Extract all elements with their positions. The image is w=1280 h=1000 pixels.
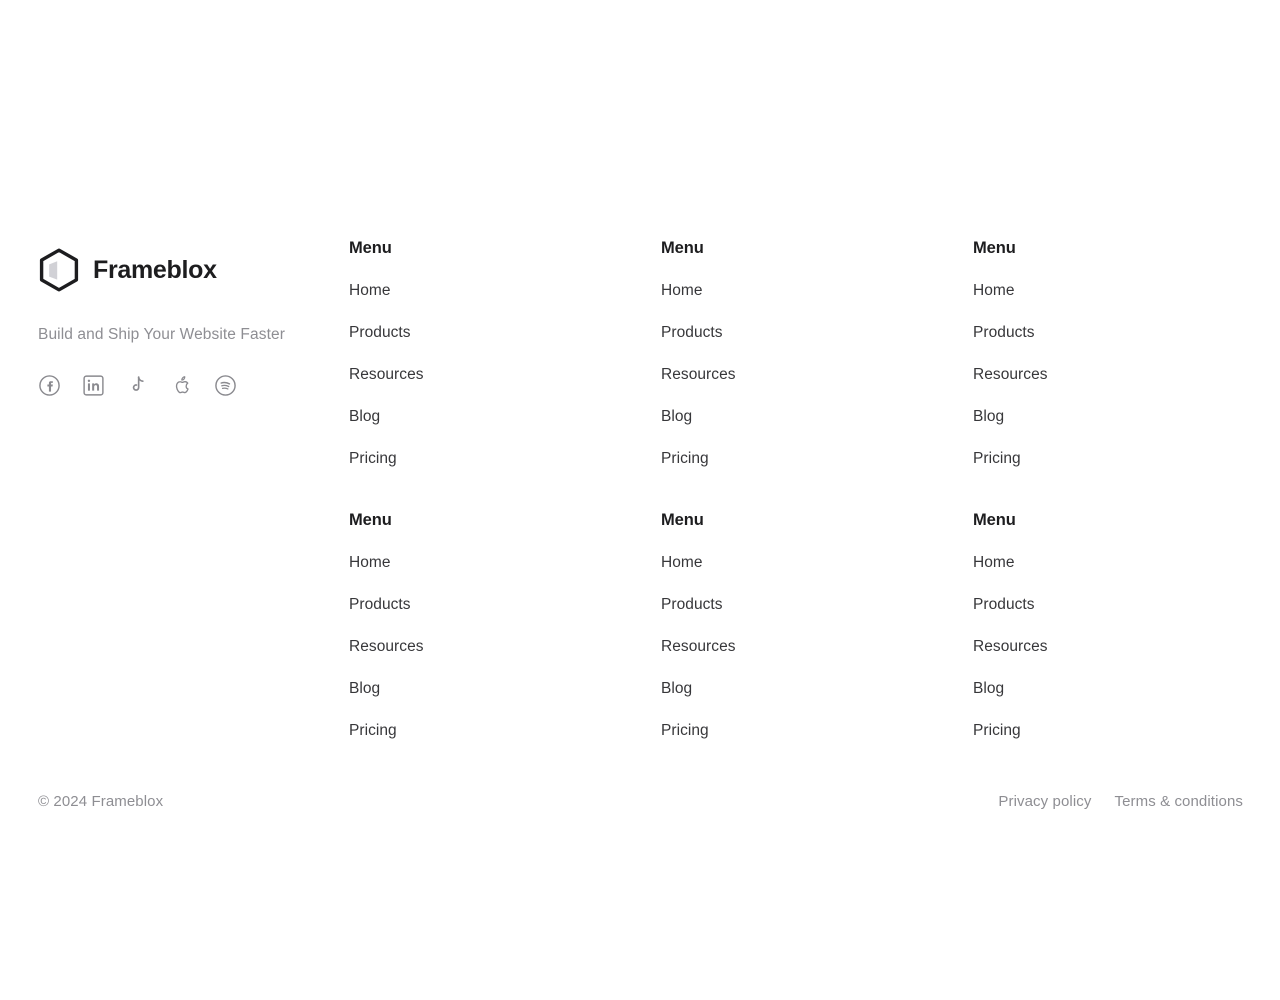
brand-tagline: Build and Ship Your Website Faster bbox=[38, 326, 285, 343]
menu-heading: Menu bbox=[349, 239, 392, 257]
footer-bottom-bar: © 2024 Frameblox Privacy policy Terms & … bbox=[38, 793, 1243, 810]
menu-link-resources[interactable]: Resources bbox=[661, 638, 973, 655]
tiktok-icon[interactable] bbox=[126, 374, 149, 397]
menu-link-resources[interactable]: Resources bbox=[973, 366, 1243, 383]
brand-name: Frameblox bbox=[93, 255, 217, 284]
copyright-text: © 2024 Frameblox bbox=[38, 793, 164, 810]
menu-link-products[interactable]: Products bbox=[349, 596, 661, 613]
menu-heading: Menu bbox=[661, 239, 704, 257]
footer-menu-column-2: Menu Home Products Resources Blog Pricin… bbox=[661, 240, 973, 466]
menu-link-products[interactable]: Products bbox=[973, 324, 1243, 341]
menu-link-products[interactable]: Products bbox=[661, 324, 973, 341]
social-links bbox=[38, 374, 349, 397]
footer-menu-column-6: Menu Home Products Resources Blog Pricin… bbox=[973, 512, 1243, 738]
menu-link-products[interactable]: Products bbox=[349, 324, 661, 341]
menu-link-home[interactable]: Home bbox=[661, 282, 973, 299]
menu-link-blog[interactable]: Blog bbox=[661, 408, 973, 425]
menu-heading: Menu bbox=[661, 511, 704, 529]
linkedin-icon[interactable] bbox=[82, 374, 105, 397]
menu-link-blog[interactable]: Blog bbox=[661, 680, 973, 697]
hexagon-cube-logo-icon bbox=[38, 248, 80, 292]
menu-heading: Menu bbox=[973, 511, 1016, 529]
footer-menu-column-4: Menu Home Products Resources Blog Pricin… bbox=[349, 512, 661, 738]
terms-conditions-link[interactable]: Terms & conditions bbox=[1114, 793, 1243, 810]
menu-link-home[interactable]: Home bbox=[661, 554, 973, 571]
menu-link-products[interactable]: Products bbox=[661, 596, 973, 613]
menu-link-pricing[interactable]: Pricing bbox=[661, 450, 973, 467]
menu-link-pricing[interactable]: Pricing bbox=[973, 450, 1243, 467]
menu-link-blog[interactable]: Blog bbox=[349, 408, 661, 425]
brand-column: Frameblox Build and Ship Your Website Fa… bbox=[38, 240, 349, 397]
menu-link-pricing[interactable]: Pricing bbox=[349, 722, 661, 739]
footer-menu-column-3: Menu Home Products Resources Blog Pricin… bbox=[973, 240, 1243, 466]
menu-link-home[interactable]: Home bbox=[349, 554, 661, 571]
spotify-icon[interactable] bbox=[214, 374, 237, 397]
menu-link-blog[interactable]: Blog bbox=[973, 680, 1243, 697]
menu-link-blog[interactable]: Blog bbox=[973, 408, 1243, 425]
footer-menu-column-5: Menu Home Products Resources Blog Pricin… bbox=[661, 512, 973, 738]
legal-links: Privacy policy Terms & conditions bbox=[998, 793, 1243, 810]
menu-link-pricing[interactable]: Pricing bbox=[973, 722, 1243, 739]
menu-heading: Menu bbox=[349, 511, 392, 529]
menu-link-home[interactable]: Home bbox=[973, 554, 1243, 571]
menu-link-pricing[interactable]: Pricing bbox=[349, 450, 661, 467]
apple-icon[interactable] bbox=[170, 374, 193, 397]
footer-menu-grid: Menu Home Products Resources Blog Pricin… bbox=[349, 240, 1243, 738]
menu-heading: Menu bbox=[973, 239, 1016, 257]
menu-link-home[interactable]: Home bbox=[349, 282, 661, 299]
brand-lockup[interactable]: Frameblox bbox=[38, 248, 349, 292]
menu-link-resources[interactable]: Resources bbox=[973, 638, 1243, 655]
menu-link-resources[interactable]: Resources bbox=[349, 366, 661, 383]
facebook-icon[interactable] bbox=[38, 374, 61, 397]
menu-link-home[interactable]: Home bbox=[973, 282, 1243, 299]
footer-content: Frameblox Build and Ship Your Website Fa… bbox=[38, 240, 1243, 738]
footer-menu-column-1: Menu Home Products Resources Blog Pricin… bbox=[349, 240, 661, 466]
privacy-policy-link[interactable]: Privacy policy bbox=[998, 793, 1091, 810]
footer-top-region: Frameblox Build and Ship Your Website Fa… bbox=[38, 240, 1243, 738]
menu-link-resources[interactable]: Resources bbox=[349, 638, 661, 655]
menu-link-resources[interactable]: Resources bbox=[661, 366, 973, 383]
site-footer: Frameblox Build and Ship Your Website Fa… bbox=[0, 0, 1280, 1000]
menu-link-products[interactable]: Products bbox=[973, 596, 1243, 613]
menu-link-blog[interactable]: Blog bbox=[349, 680, 661, 697]
menu-link-pricing[interactable]: Pricing bbox=[661, 722, 973, 739]
